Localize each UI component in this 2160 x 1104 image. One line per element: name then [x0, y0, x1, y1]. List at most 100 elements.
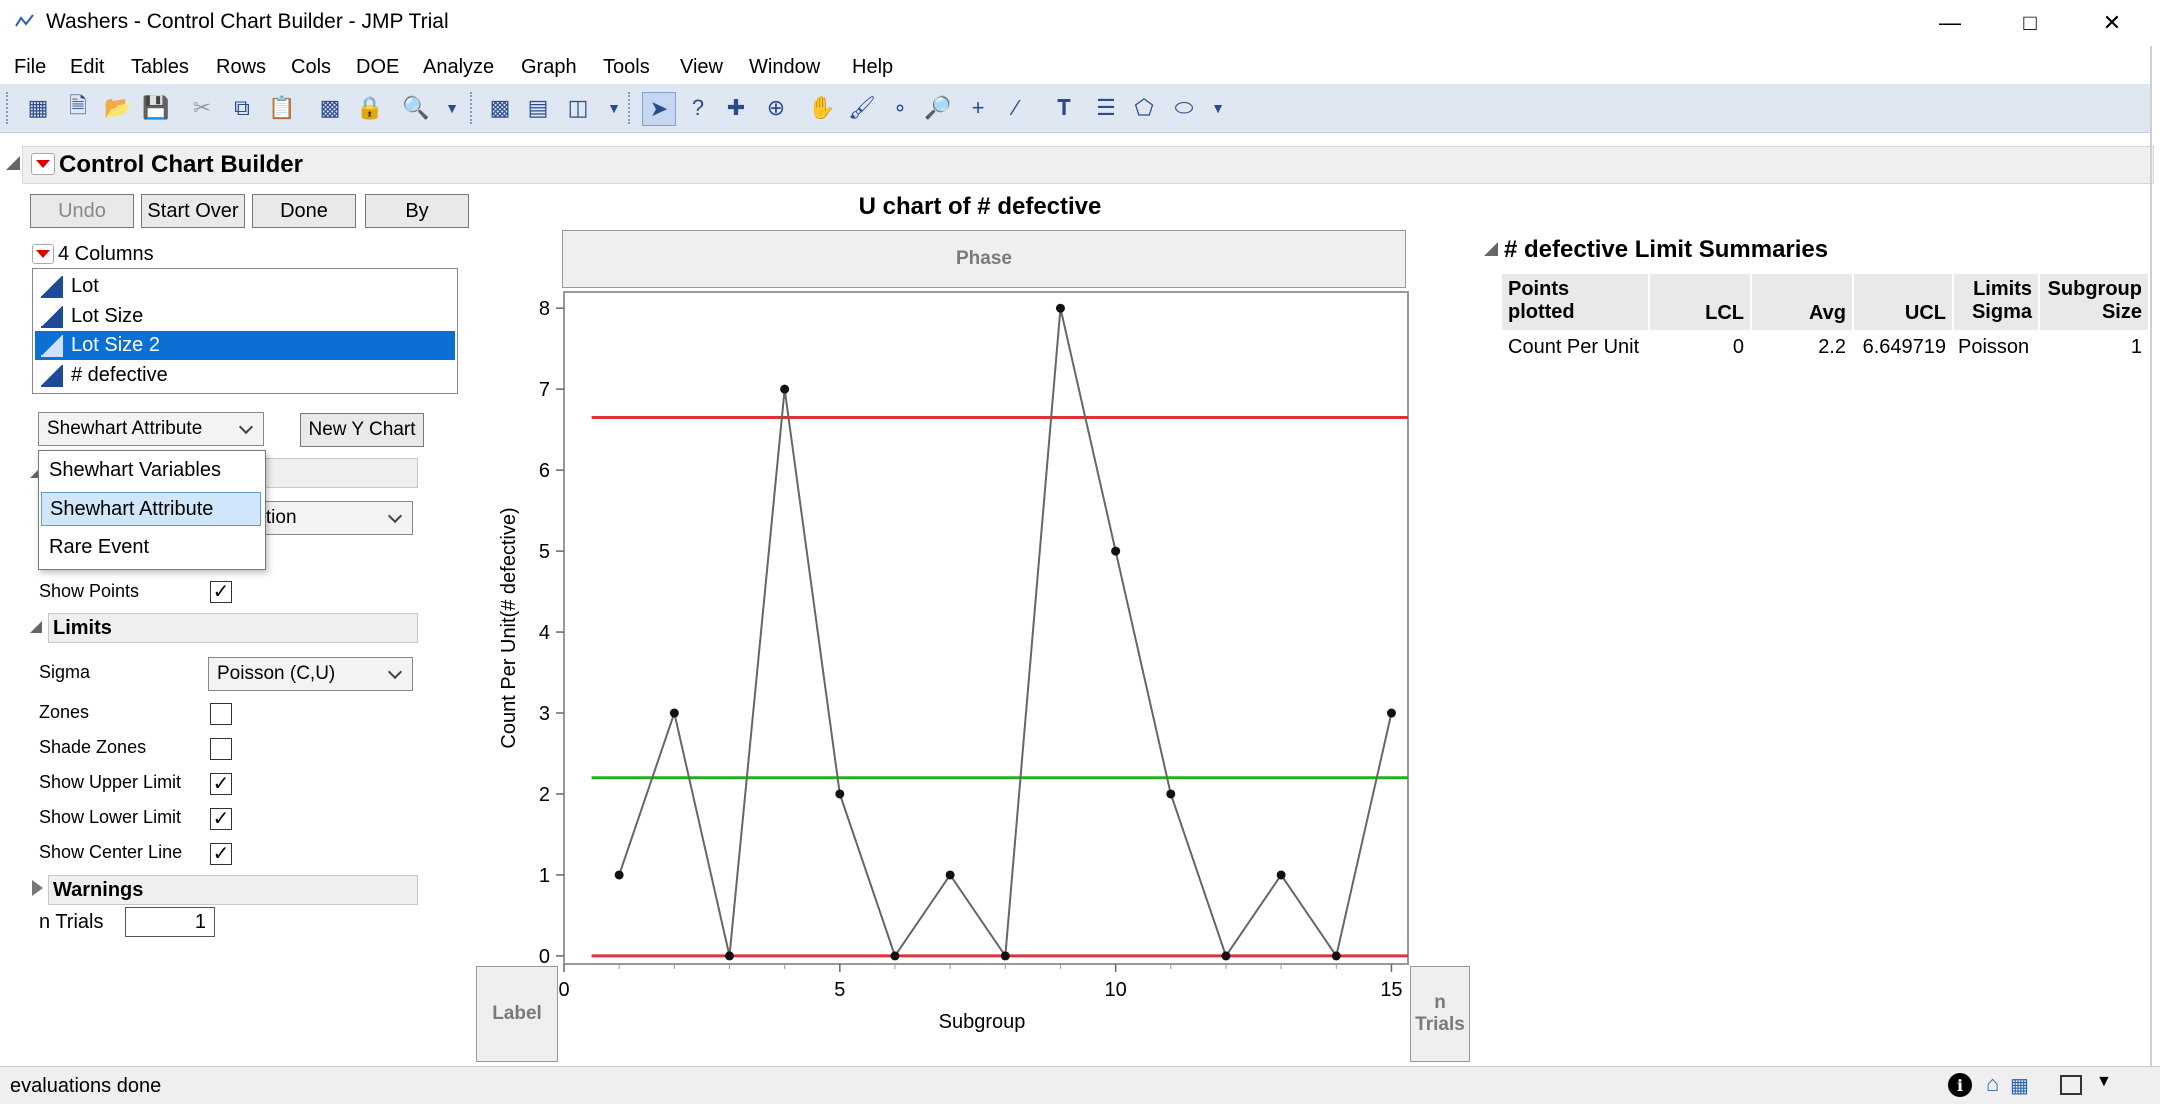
- collapse-triangle-icon[interactable]: [6, 156, 20, 170]
- dropdown-option-shewhart-variables[interactable]: Shewhart Variables: [41, 453, 261, 487]
- close-icon[interactable]: ✕: [2082, 6, 2142, 40]
- info-icon[interactable]: i: [1948, 1073, 1972, 1097]
- phase-drop-zone[interactable]: Phase: [562, 230, 1406, 288]
- journal-icon[interactable]: ▩: [314, 92, 346, 124]
- done-button[interactable]: Done: [252, 194, 356, 228]
- data-point[interactable]: [835, 789, 845, 799]
- menu-doe[interactable]: DOE: [356, 56, 399, 79]
- show-center-line-checkbox[interactable]: ✓: [210, 843, 232, 865]
- column-item-lot[interactable]: Lot: [35, 272, 455, 301]
- menu-cols[interactable]: Cols: [291, 56, 331, 79]
- data-table-icon[interactable]: ▦: [22, 92, 54, 124]
- dropdown-option-shewhart-attribute[interactable]: Shewhart Attribute: [41, 492, 261, 526]
- paste-icon[interactable]: 📋: [266, 92, 298, 124]
- save-icon[interactable]: 💾: [140, 92, 172, 124]
- lasso-tool-icon[interactable]: ∘: [884, 92, 916, 124]
- help-tool-icon[interactable]: ?: [682, 92, 714, 124]
- collapse-triangle-icon[interactable]: [1484, 242, 1498, 256]
- maximize-icon[interactable]: □: [2000, 6, 2060, 40]
- copy-icon[interactable]: ⧉: [226, 92, 258, 124]
- menu-window[interactable]: Window: [749, 56, 820, 79]
- dropdown-option-rare-event[interactable]: Rare Event: [41, 530, 261, 564]
- data-point[interactable]: [1111, 546, 1121, 556]
- data-point[interactable]: [1386, 708, 1396, 718]
- n-trials-input[interactable]: 1: [125, 907, 215, 937]
- line-tool-icon[interactable]: ∕: [1000, 92, 1032, 124]
- collapse-triangle-icon[interactable]: [30, 621, 42, 633]
- data-point[interactable]: [780, 384, 790, 394]
- columns-menu-icon[interactable]: [32, 244, 54, 264]
- n-trials-drop-zone[interactable]: n Trials: [1410, 966, 1470, 1062]
- column-item-lot-size-2[interactable]: Lot Size 2: [35, 331, 455, 360]
- search-icon[interactable]: 🔍: [400, 92, 432, 124]
- toolbar-overflow-icon[interactable]: ▼: [1202, 92, 1234, 124]
- menu-file[interactable]: File: [14, 56, 46, 79]
- chart-type-combo[interactable]: Shewhart Attribute: [38, 412, 264, 446]
- minimize-icon[interactable]: —: [1920, 6, 1980, 40]
- arrow-tool-icon[interactable]: ➤: [642, 92, 676, 126]
- menu-tools[interactable]: Tools: [603, 56, 650, 79]
- menu-help[interactable]: Help: [852, 56, 893, 79]
- show-lower-limit-checkbox[interactable]: ✓: [210, 808, 232, 830]
- data-point[interactable]: [1221, 951, 1231, 961]
- continuous-column-icon: [41, 364, 63, 387]
- data-point[interactable]: [890, 951, 900, 961]
- column-item-defective[interactable]: # defective: [35, 361, 455, 390]
- data-point[interactable]: [1000, 951, 1010, 961]
- menu-view[interactable]: View: [680, 56, 723, 79]
- data-point[interactable]: [724, 951, 734, 961]
- menu-rows[interactable]: Rows: [216, 56, 266, 79]
- window-icon[interactable]: [2060, 1075, 2082, 1095]
- data-point[interactable]: [669, 708, 679, 718]
- polygon-annotation-icon[interactable]: ⬠: [1128, 92, 1160, 124]
- menu-analyze[interactable]: Analyze: [423, 56, 494, 79]
- toolbar-overflow-icon[interactable]: ▼: [436, 92, 468, 124]
- zoom-tool-icon[interactable]: 🔎: [922, 92, 954, 124]
- menu-tables[interactable]: Tables: [131, 56, 189, 79]
- header-line: plotted: [1508, 301, 1575, 323]
- crosshair-icon[interactable]: ⊕: [760, 92, 792, 124]
- limits-section-header[interactable]: Limits: [48, 613, 418, 643]
- start-over-button[interactable]: Start Over: [141, 194, 245, 228]
- graph-builder-icon[interactable]: ▩: [484, 92, 516, 124]
- undo-button[interactable]: Undo: [30, 194, 134, 228]
- plot-frame: [563, 291, 1409, 965]
- open-folder-icon[interactable]: 📂: [102, 92, 134, 124]
- warnings-section-header[interactable]: Warnings: [48, 875, 418, 905]
- new-y-chart-button[interactable]: New Y Chart: [300, 413, 424, 447]
- new-script-icon[interactable]: 🗎: [62, 92, 94, 124]
- home-icon[interactable]: ⌂: [1986, 1071, 1999, 1097]
- data-point[interactable]: [945, 870, 955, 880]
- line-annotation-icon[interactable]: ☰: [1090, 92, 1122, 124]
- show-points-checkbox[interactable]: ✓: [210, 581, 232, 603]
- zones-checkbox[interactable]: [210, 703, 232, 725]
- text-annotation-icon[interactable]: 𝐓: [1048, 92, 1080, 124]
- window-list-icon[interactable]: ▦: [2010, 1073, 2029, 1098]
- by-button[interactable]: By: [365, 194, 469, 228]
- lock-icon[interactable]: 🔒: [354, 92, 386, 124]
- data-point[interactable]: [1166, 789, 1176, 799]
- shade-zones-checkbox[interactable]: [210, 738, 232, 760]
- data-point[interactable]: [1276, 870, 1286, 880]
- expand-triangle-icon[interactable]: [32, 880, 43, 896]
- hand-tool-icon[interactable]: ✋: [806, 92, 838, 124]
- column-item-lot-size[interactable]: Lot Size: [35, 302, 455, 331]
- toolbar-overflow-icon[interactable]: ▼: [598, 92, 630, 124]
- selection-tool-icon[interactable]: ✚: [720, 92, 752, 124]
- ellipse-annotation-icon[interactable]: ⬭: [1168, 92, 1200, 124]
- crosshairs-tool-icon[interactable]: +: [962, 92, 994, 124]
- sigma-combo[interactable]: Poisson (C,U): [208, 657, 413, 691]
- menu-graph[interactable]: Graph: [521, 56, 577, 79]
- data-point[interactable]: [614, 870, 624, 880]
- red-triangle-menu-icon[interactable]: [31, 153, 55, 175]
- data-point[interactable]: [1055, 303, 1065, 313]
- chevron-down-icon[interactable]: ▼: [2096, 1073, 2112, 1091]
- label-drop-zone[interactable]: Label: [476, 966, 558, 1062]
- add-table-icon[interactable]: ◫: [562, 92, 594, 124]
- menu-edit[interactable]: Edit: [70, 56, 104, 79]
- tabulate-icon[interactable]: ▤: [522, 92, 554, 124]
- cut-icon[interactable]: ✂: [186, 92, 218, 124]
- data-point[interactable]: [1331, 951, 1341, 961]
- brush-tool-icon[interactable]: 🖌: [846, 92, 878, 124]
- show-upper-limit-checkbox[interactable]: ✓: [210, 773, 232, 795]
